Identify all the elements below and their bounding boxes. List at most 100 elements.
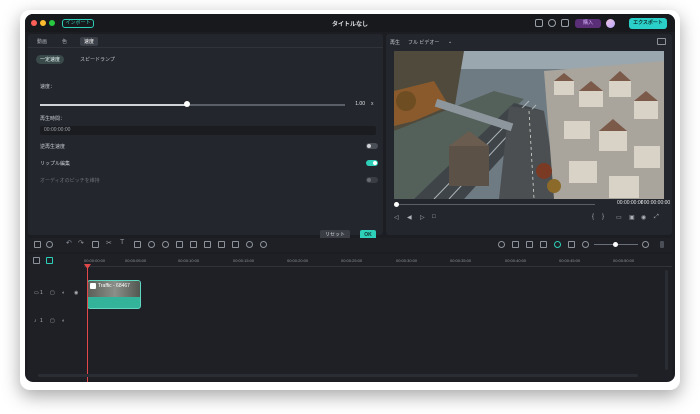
ruler-label: 00:00:25:00 (341, 258, 363, 263)
zoom-out-icon[interactable] (582, 241, 589, 248)
reverse-toggle[interactable] (366, 143, 378, 149)
timeline-vertical-scrollbar[interactable] (665, 270, 668, 370)
audio-track-header: ♪ 1 ▢ ◐ (28, 316, 84, 330)
ruler-divider (84, 266, 672, 267)
timeline-scrollbar[interactable] (38, 374, 638, 377)
ruler-label: 00:00:35:00 (450, 258, 472, 263)
snap-icon[interactable] (540, 241, 547, 248)
cloud-icon[interactable] (548, 19, 556, 27)
avatar[interactable] (606, 19, 615, 28)
speed-slider-fill (40, 104, 186, 106)
zoom-slider-handle[interactable] (613, 242, 618, 247)
video-track-header: ▭ 1 ▢ ◐ ◉ (28, 288, 84, 302)
ruler-label: 00:00:45:00 (559, 258, 581, 263)
step-back-icon[interactable]: ◀ (407, 214, 412, 221)
speed-slider-handle[interactable] (184, 101, 190, 107)
camera-icon[interactable]: ▣ (629, 214, 635, 221)
speed-value[interactable]: 1.00 (341, 101, 365, 109)
ruler-label: 00:00:20:00 (287, 258, 309, 263)
speed-icon[interactable] (176, 241, 183, 248)
snapshot-icon[interactable] (657, 38, 666, 45)
audio-pitch-label: オーディオのピッチを維持 (40, 178, 100, 184)
preview-progress-track[interactable] (395, 204, 595, 205)
timeline-ruler[interactable]: 00:00:00:00 00:00:05:00 00:00:10:00 00:0… (84, 254, 672, 264)
mark-out-icon[interactable]: } (602, 214, 604, 220)
reverse-label: 逆再生速度 (40, 144, 66, 150)
aerial-town-image (394, 51, 664, 199)
prev-frame-icon[interactable]: ◁ (394, 214, 399, 221)
timeline-toolbar: ↶ ↷ ✂ T (28, 238, 672, 252)
zoom-icon[interactable] (148, 241, 155, 248)
property-panel: 動画 色 速度 一定速度 スピードランプ 速度： 1.00 x 再生時間： 00… (28, 34, 383, 240)
audio-detach-icon[interactable] (218, 241, 225, 248)
ruler-label: 00:00:00:00 (84, 258, 106, 263)
mute-icon[interactable]: ◐ (62, 318, 65, 324)
text-icon[interactable]: T (120, 239, 127, 248)
video-preview (394, 51, 664, 199)
magnet-icon[interactable] (554, 241, 561, 248)
video-track-number: 1 (40, 290, 43, 296)
redo-icon[interactable]: ↷ (78, 240, 85, 248)
tab-video[interactable]: 動画 (37, 38, 47, 45)
buy-button[interactable]: 購入 (575, 19, 601, 28)
audio-icon[interactable]: ◉ (641, 214, 646, 221)
audio-pitch-toggle[interactable] (366, 177, 378, 183)
keyframe-icon[interactable] (232, 241, 239, 248)
eye-icon[interactable]: ◉ (74, 290, 78, 296)
quality-dropdown[interactable]: フル ビデオー (408, 39, 439, 46)
expand-icon[interactable]: ⤢ (654, 214, 659, 221)
ripple-label: リップル編集 (40, 161, 71, 167)
preview-progress-handle[interactable] (394, 202, 399, 207)
transform-icon[interactable] (204, 241, 211, 248)
shield-icon[interactable] (512, 241, 519, 248)
total-time: / 00:00:00:00 (641, 200, 671, 206)
display-icon[interactable]: ▭ (616, 214, 622, 221)
color-icon[interactable] (162, 241, 169, 248)
undo-icon[interactable]: ↶ (66, 240, 73, 248)
duration-field[interactable]: 00:00:00:00 (40, 126, 376, 135)
mask-icon[interactable] (246, 241, 253, 248)
lock-icon[interactable]: ▢ (50, 318, 55, 324)
title-bar: インポート タイトルなし 購入 エクスポート (25, 14, 675, 32)
ruler-label: 00:00:15:00 (233, 258, 255, 263)
ruler-label: 00:00:10:00 (178, 258, 200, 263)
storyboard-icon[interactable] (568, 241, 575, 248)
add-track-icon[interactable] (33, 257, 40, 264)
render-icon[interactable] (498, 241, 505, 248)
mic-icon[interactable] (526, 241, 533, 248)
tab-color[interactable]: 色 (62, 38, 67, 45)
chevron-down-icon[interactable]: ⌄ (448, 39, 452, 45)
fit-icon[interactable] (190, 241, 197, 248)
video-clip[interactable]: Traffic - 68467 (87, 280, 141, 309)
zoom-in-icon[interactable] (642, 241, 649, 248)
tab-speed[interactable]: 速度 (80, 37, 99, 46)
audio-track-number: 1 (40, 318, 43, 324)
preview-panel: 再生 フル ビデオー ⌄ 00:00:00:00 / 00:00:00:00 ◁… (386, 34, 672, 235)
link-icon[interactable] (46, 257, 53, 264)
grid-icon[interactable] (561, 19, 569, 27)
panel-toggle-icon[interactable] (660, 241, 664, 248)
stop-icon[interactable]: □ (432, 214, 436, 220)
monitor-icon[interactable] (535, 19, 543, 27)
export-button[interactable]: エクスポート (629, 18, 667, 29)
ripple-toggle[interactable] (366, 160, 378, 166)
select-icon[interactable] (46, 241, 53, 248)
app-window: インポート タイトルなし 購入 エクスポート 動画 色 速度 一定速度 スピード… (25, 14, 675, 382)
ruler-label: 00:00:50:00 (613, 258, 635, 263)
lock-icon[interactable]: ▢ (50, 290, 55, 296)
ai-icon[interactable] (260, 241, 267, 248)
speed-unit: x (371, 101, 374, 107)
subtab-speed-ramp[interactable]: スピードランプ (76, 55, 119, 64)
delete-icon[interactable] (92, 241, 99, 248)
subtab-uniform-speed[interactable]: 一定速度 (36, 55, 65, 64)
crop-icon[interactable] (134, 241, 141, 248)
duration-label: 再生時間： (40, 116, 66, 122)
property-tabs: 動画 色 速度 (28, 34, 383, 48)
mute-icon[interactable]: ◐ (62, 290, 65, 296)
layout-icon[interactable] (34, 241, 41, 248)
ruler-label: 00:00:30:00 (396, 258, 418, 263)
playhead[interactable] (87, 268, 88, 382)
mark-in-icon[interactable]: { (592, 214, 594, 220)
cut-icon[interactable]: ✂ (106, 240, 113, 248)
play-icon[interactable]: ▷ (420, 214, 425, 221)
